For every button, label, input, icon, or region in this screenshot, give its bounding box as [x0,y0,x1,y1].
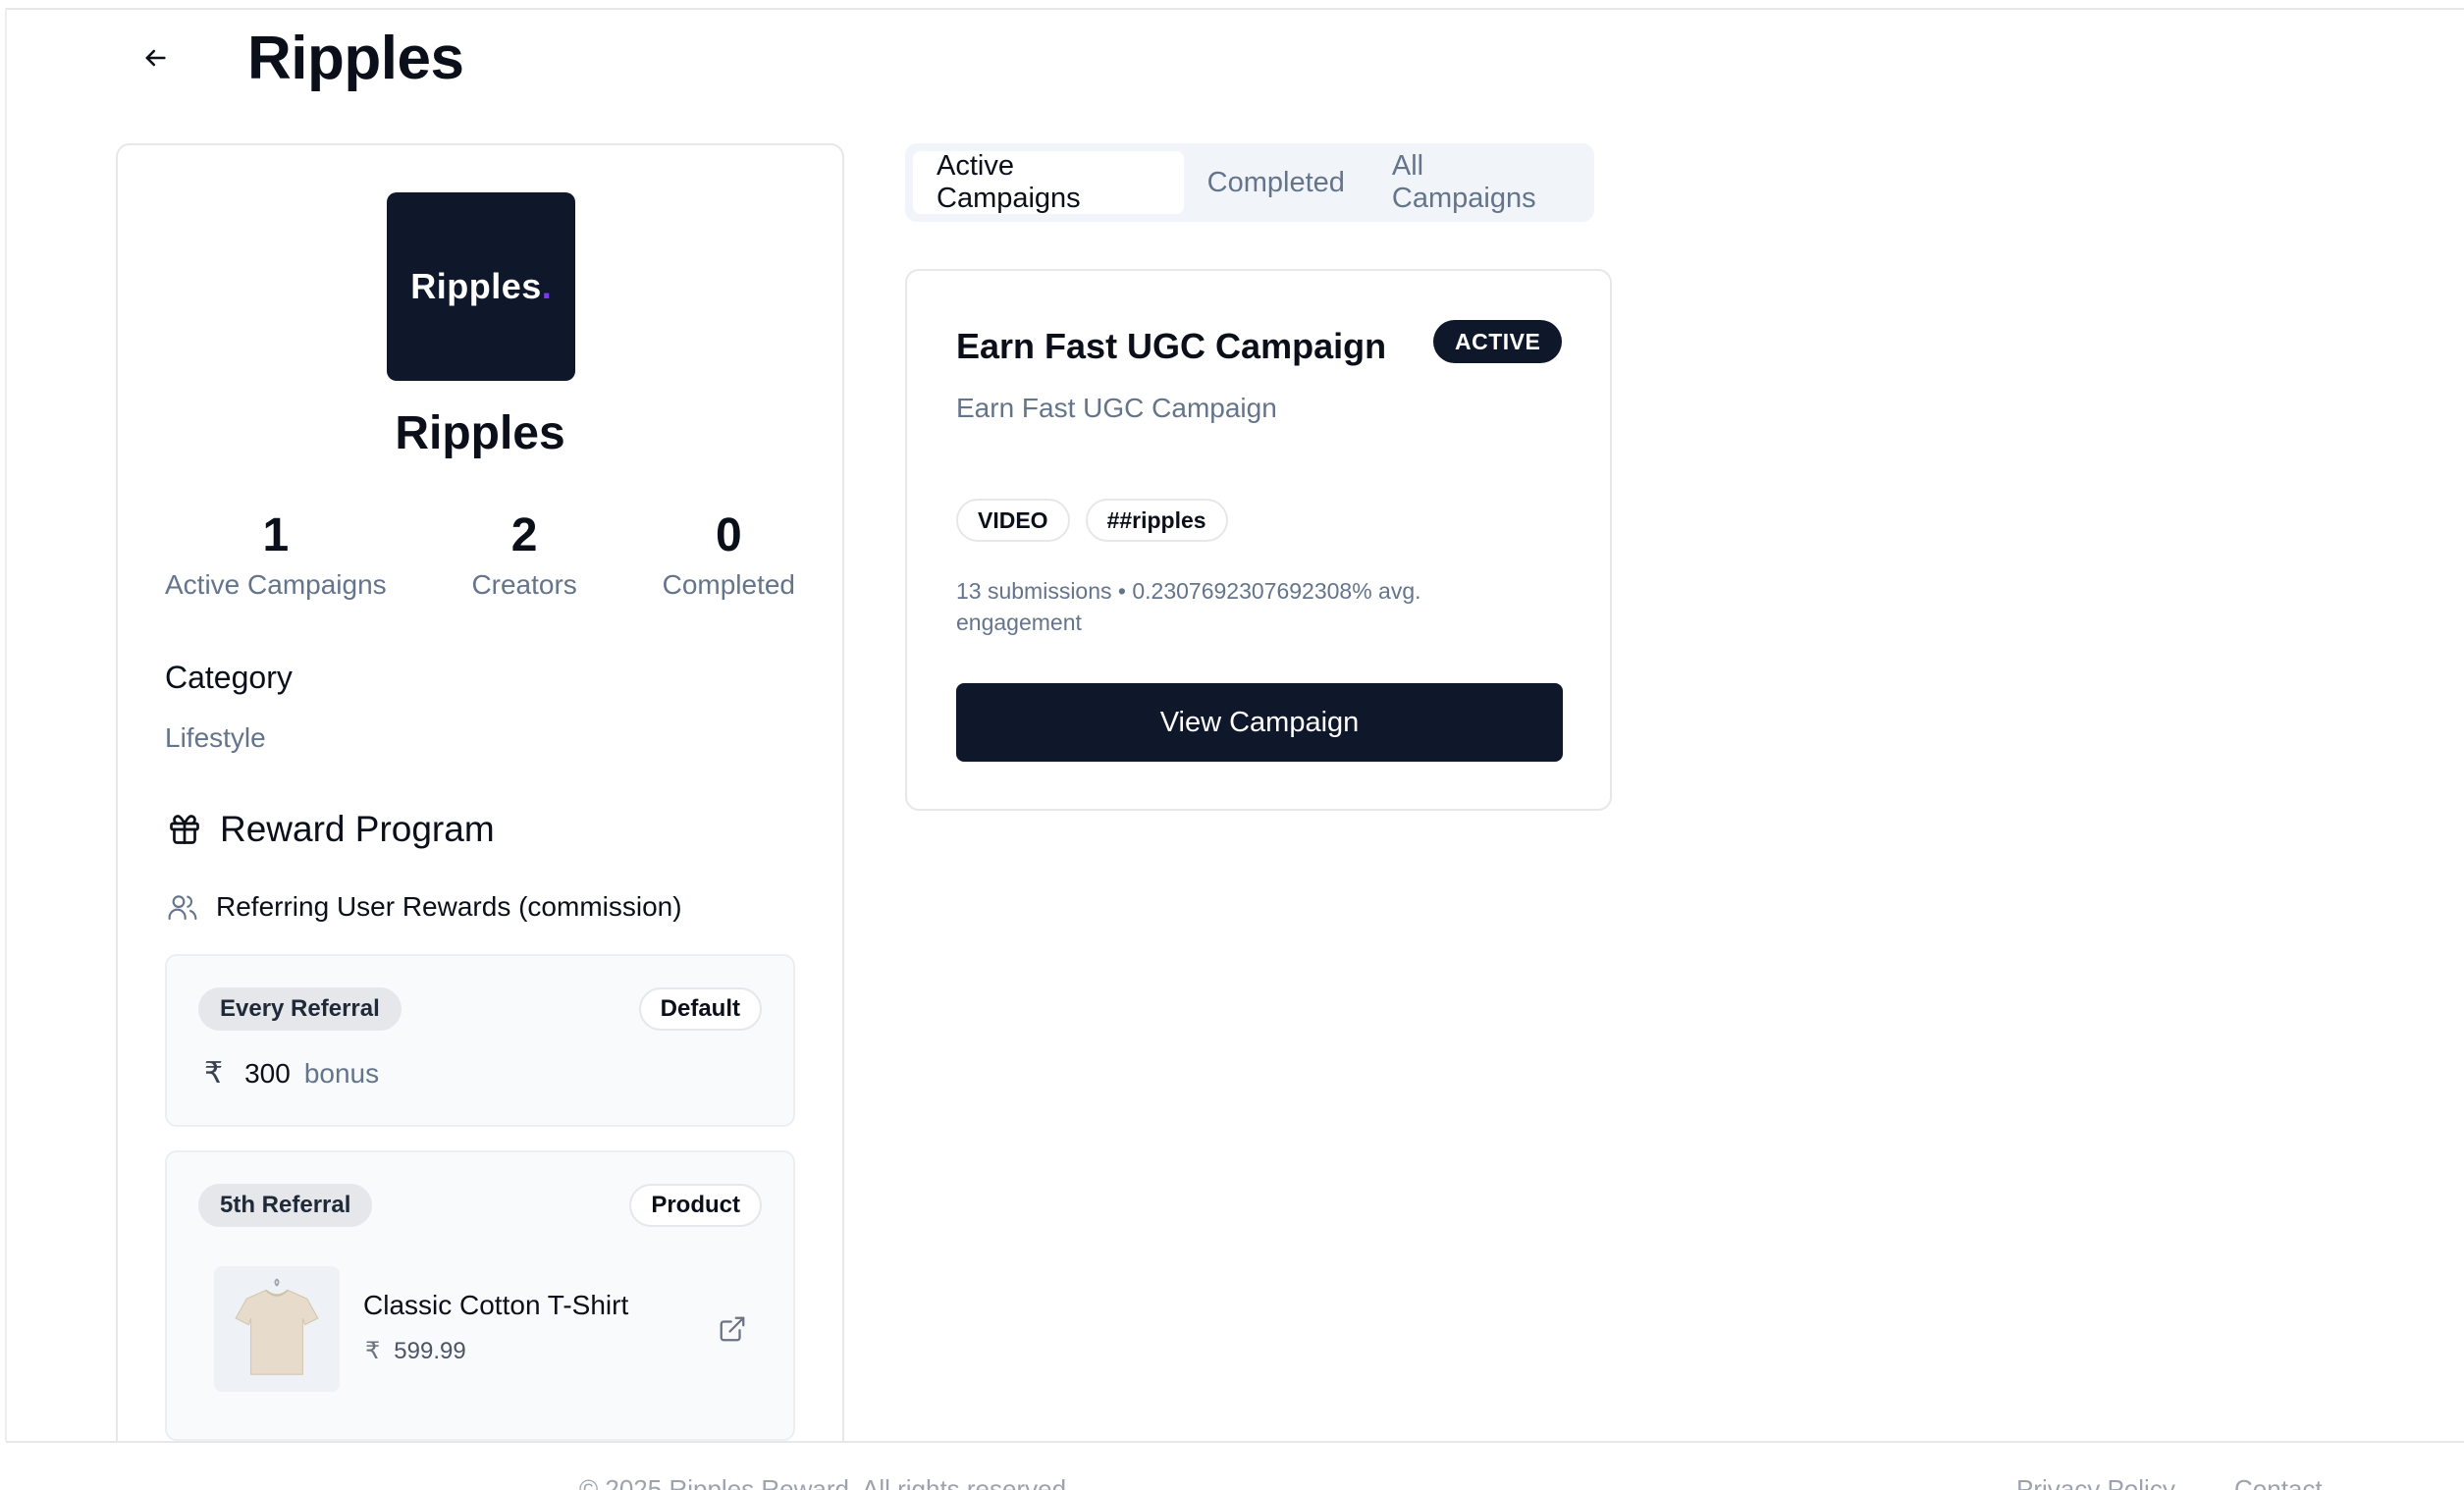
bonus-unit: bonus [303,1057,380,1089]
bonus-amount: 300 [244,1057,291,1089]
brand-profile-card: Ripples. Ripples 1 Active Campaigns 2 Cr… [116,143,844,1490]
external-link-button[interactable] [713,1309,752,1349]
product-name: Classic Cotton T-Shirt [363,1290,629,1320]
reward-rule-card: Every Referral Default ₹ 300 bonus [165,954,795,1127]
product-price-row: ₹ 599.99 [365,1337,466,1365]
stat-label: Creators [471,569,577,600]
rupee-icon: ₹ [365,1338,381,1364]
rule-type-badge: Default [638,987,762,1031]
page-header: Ripples [128,20,464,96]
product-price: 599.99 [394,1337,466,1364]
brand-stats: 1 Active Campaigns 2 Creators 0 Complete… [165,508,795,601]
rule-trigger-badge: Every Referral [198,987,402,1031]
rupee-icon: ₹ [204,1057,224,1090]
rule-bonus: ₹ 300 bonus [204,1056,379,1091]
reward-rule-card: 5th Referral Product Classic Cotton T-Sh… [165,1150,795,1441]
view-campaign-button[interactable]: View Campaign [956,683,1563,762]
page-title: Ripples [247,24,464,92]
status-badge: ACTIVE [1433,320,1563,363]
privacy-policy-link[interactable]: Privacy Policy [2016,1474,2175,1490]
brand-logo-dot: . [541,266,552,306]
back-button[interactable] [128,30,183,85]
stat-value: 1 [262,509,290,561]
referring-rewards-heading: Referring User Rewards (commission) [167,891,682,923]
contact-link[interactable]: Contact [2234,1474,2323,1490]
campaign-stats: 13 submissions • 0.2307692307692308% avg… [956,578,1421,635]
rule-type-badge: Product [629,1184,762,1227]
stat-creators: 2 Creators [471,508,576,601]
rule-trigger-badge: 5th Referral [198,1184,373,1227]
top-divider [6,8,2464,10]
arrow-left-icon [145,49,166,67]
campaign-card: Earn Fast UGC Campaign ACTIVE Earn Fast … [905,269,1612,811]
stat-completed: 0 Completed [663,508,795,601]
brand-logo-text: Ripples [410,266,542,306]
tab-completed[interactable]: Completed [1184,151,1368,214]
stat-value: 0 [715,509,742,561]
brand-name: Ripples [395,407,565,459]
stat-label: Completed [662,569,795,600]
page-footer: © 2025 Ripples Reward. All rights reserv… [6,1441,2464,1490]
tab-all-campaigns[interactable]: All Campaigns [1368,150,1594,214]
campaign-subtitle: Earn Fast UGC Campaign [956,393,1277,423]
brand-logo: Ripples. [387,192,575,381]
external-link-icon [720,1316,745,1342]
referring-rewards-label: Referring User Rewards (commission) [216,891,682,922]
reward-program-heading: Reward Program [167,809,495,850]
tab-active-campaigns[interactable]: Active Campaigns [913,150,1184,214]
reward-program-title: Reward Program [220,809,495,849]
gift-icon [170,815,199,844]
tshirt-image [214,1266,340,1392]
campaign-title: Earn Fast UGC Campaign [956,326,1387,366]
stat-active-campaigns: 1 Active Campaigns [165,508,387,601]
stat-label: Active Campaigns [165,569,387,600]
campaign-tags: VIDEO ##ripples [956,499,1244,542]
campaign-tabs: Active Campaigns Completed All Campaigns [905,143,1594,222]
left-divider [5,8,7,1441]
tag-badge: VIDEO [956,499,1070,542]
footer-copyright: © 2025 Ripples Reward. All rights reserv… [579,1474,1074,1490]
users-icon [168,895,197,921]
stat-value: 2 [510,509,538,561]
category-value: Lifestyle [165,722,266,753]
tag-badge: ##ripples [1085,499,1228,542]
category-label: Category [165,660,293,695]
